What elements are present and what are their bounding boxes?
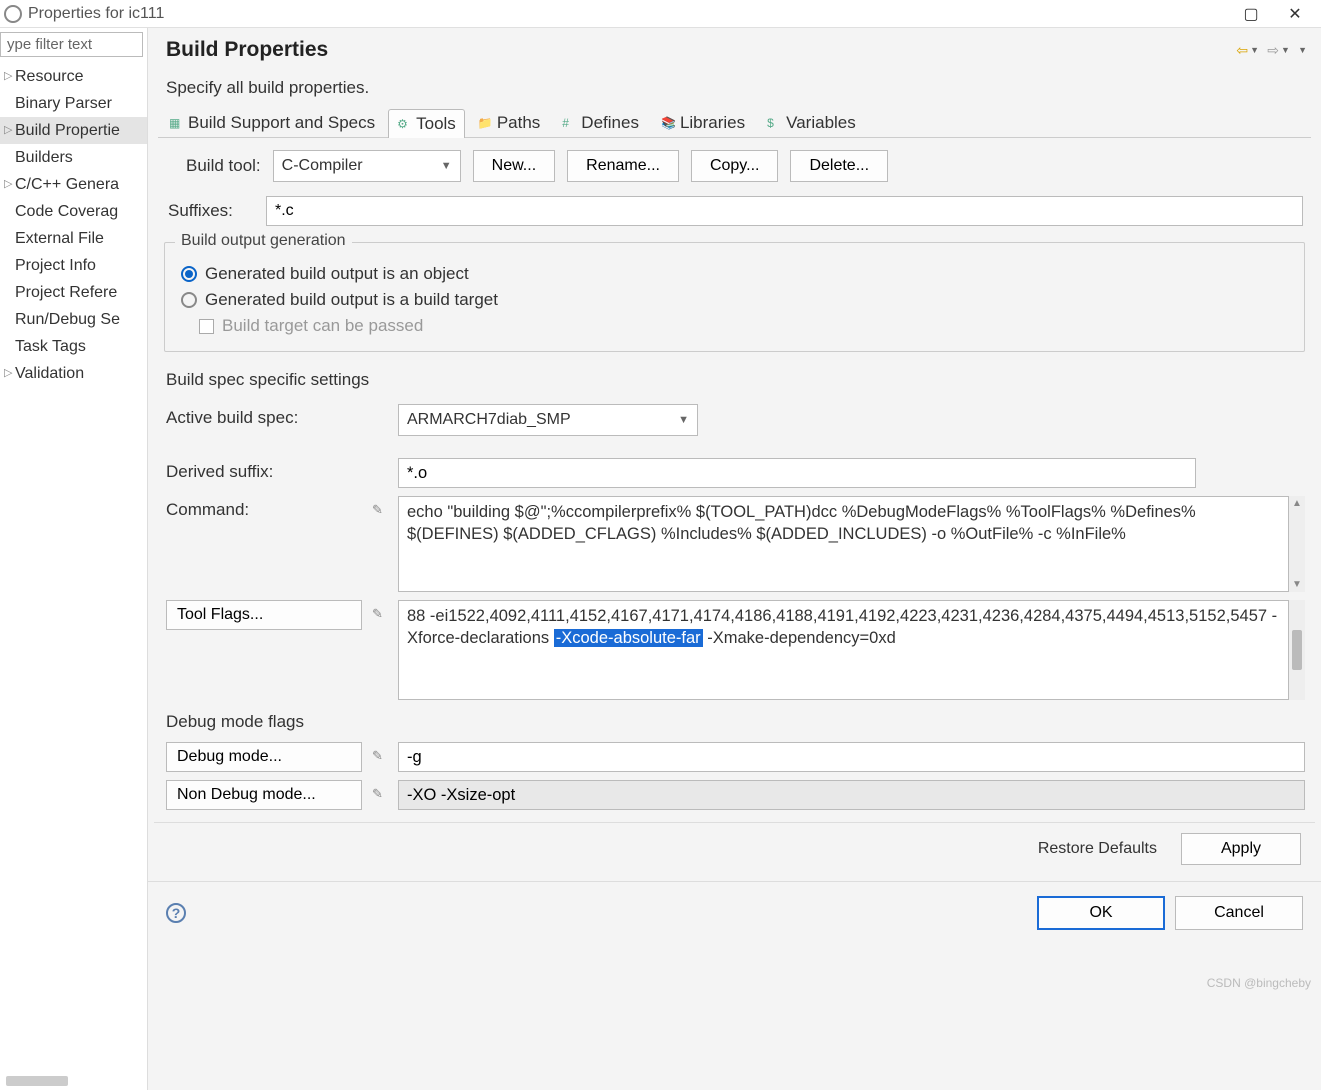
tree-item[interactable]: ▷Build Propertie — [0, 117, 147, 144]
active-spec-label: Active build spec: — [166, 404, 362, 428]
scrollbar[interactable]: ▲▼ — [1289, 496, 1305, 592]
rename-button[interactable]: Rename... — [567, 150, 679, 182]
apply-button[interactable]: Apply — [1181, 833, 1301, 865]
page-title: Build Properties — [166, 38, 328, 62]
selected-text: -Xcode-absolute-far — [554, 629, 703, 647]
tree-item[interactable]: ▷Validation — [0, 360, 147, 387]
back-icon[interactable]: ⇦ — [1236, 42, 1248, 59]
sidebar-scrollbar[interactable] — [6, 1076, 68, 1086]
page-subtitle: Specify all build properties. — [154, 74, 1315, 108]
tree-item[interactable]: Binary Parser — [0, 90, 147, 117]
forward-icon[interactable]: ⇨ — [1267, 42, 1279, 59]
tab-tools[interactable]: ⚙Tools — [388, 109, 465, 138]
edit-icon[interactable]: ✎ — [372, 496, 388, 518]
tree-item[interactable]: ▷C/C++ Genera — [0, 171, 147, 198]
output-gen-legend: Build output generation — [175, 232, 352, 250]
nondebug-mode-input[interactable] — [398, 780, 1305, 810]
debug-mode-button[interactable]: Debug mode... — [166, 742, 362, 772]
chevron-down-icon: ▼ — [441, 160, 452, 172]
watermark: CSDN @bingcheby — [1207, 976, 1311, 990]
build-tool-value: C-Compiler — [282, 157, 363, 175]
tree-item[interactable]: Project Info — [0, 252, 147, 279]
tree-item[interactable]: Task Tags — [0, 333, 147, 360]
active-spec-combo[interactable]: ARMARCH7diab_SMP▼ — [398, 404, 698, 436]
forward-menu-icon[interactable]: ▼ — [1281, 45, 1290, 55]
derived-suffix-label: Derived suffix: — [166, 458, 362, 482]
scrollbar[interactable] — [1289, 600, 1305, 700]
check-passable: Build target can be passed — [175, 313, 1294, 339]
tool-flags-button[interactable]: Tool Flags... — [166, 600, 362, 630]
tool-flags-input[interactable]: 88 -ei1522,4092,4111,4152,4167,4171,4174… — [398, 600, 1289, 700]
tree-item[interactable]: Code Coverag — [0, 198, 147, 225]
tree-item[interactable]: Project Refere — [0, 279, 147, 306]
help-icon[interactable]: ? — [166, 903, 186, 923]
window-title: Properties for ic111 — [28, 5, 164, 23]
chevron-down-icon: ▼ — [678, 414, 689, 426]
copy-button[interactable]: Copy... — [691, 150, 779, 182]
nav-tree: ▷ResourceBinary Parser▷Build PropertieBu… — [0, 63, 147, 387]
tree-item[interactable]: External File — [0, 225, 147, 252]
radio-output-object[interactable]: Generated build output is an object — [175, 261, 1294, 287]
back-menu-icon[interactable]: ▼ — [1250, 45, 1259, 55]
build-tool-combo[interactable]: C-Compiler ▼ — [273, 150, 461, 182]
restore-defaults-button[interactable]: Restore Defaults — [1024, 833, 1171, 865]
radio-output-target[interactable]: Generated build output is a build target — [175, 287, 1294, 313]
debug-mode-input[interactable] — [398, 742, 1305, 772]
new-button[interactable]: New... — [473, 150, 555, 182]
tab-variables[interactable]: $Variables — [758, 108, 865, 137]
edit-icon[interactable]: ✎ — [372, 780, 388, 802]
tree-item[interactable]: Builders — [0, 144, 147, 171]
nondebug-mode-button[interactable]: Non Debug mode... — [166, 780, 362, 810]
output-gen-group: Build output generation Generated build … — [164, 242, 1305, 352]
ok-button[interactable]: OK — [1037, 896, 1165, 930]
radio-icon — [181, 266, 197, 282]
tab-bar: ▦Build Support and Specs⚙Tools📁Paths#Def… — [158, 108, 1311, 138]
app-icon — [4, 5, 22, 23]
tab-build-support-and-specs[interactable]: ▦Build Support and Specs — [160, 108, 384, 137]
suffixes-input[interactable] — [266, 196, 1303, 226]
tab-defines[interactable]: #Defines — [553, 108, 648, 137]
delete-button[interactable]: Delete... — [790, 150, 888, 182]
tab-paths[interactable]: 📁Paths — [469, 108, 549, 137]
maximize-icon[interactable]: ▢ — [1229, 4, 1273, 24]
build-tool-label: Build tool: — [186, 156, 261, 176]
spec-legend: Build spec specific settings — [166, 370, 1305, 390]
edit-icon[interactable]: ✎ — [372, 600, 388, 622]
suffixes-label: Suffixes: — [168, 201, 250, 221]
command-label: Command: — [166, 496, 362, 520]
command-input[interactable]: echo "building $@";%ccompilerprefix% $(T… — [398, 496, 1289, 592]
titlebar: Properties for ic111 ▢ ✕ — [0, 0, 1321, 28]
edit-icon[interactable]: ✎ — [372, 742, 388, 764]
view-menu-icon[interactable]: ▼ — [1298, 45, 1307, 55]
tree-item[interactable]: ▷Resource — [0, 63, 147, 90]
derived-suffix-input[interactable] — [398, 458, 1196, 488]
tree-item[interactable]: Run/Debug Se — [0, 306, 147, 333]
filter-input[interactable] — [0, 32, 143, 57]
dmflags-legend: Debug mode flags — [166, 712, 1305, 732]
checkbox-icon — [199, 319, 214, 334]
cancel-button[interactable]: Cancel — [1175, 896, 1303, 930]
tab-libraries[interactable]: 📚Libraries — [652, 108, 754, 137]
close-icon[interactable]: ✕ — [1273, 4, 1317, 24]
sidebar: ▷ResourceBinary Parser▷Build PropertieBu… — [0, 28, 148, 1090]
radio-icon — [181, 292, 197, 308]
